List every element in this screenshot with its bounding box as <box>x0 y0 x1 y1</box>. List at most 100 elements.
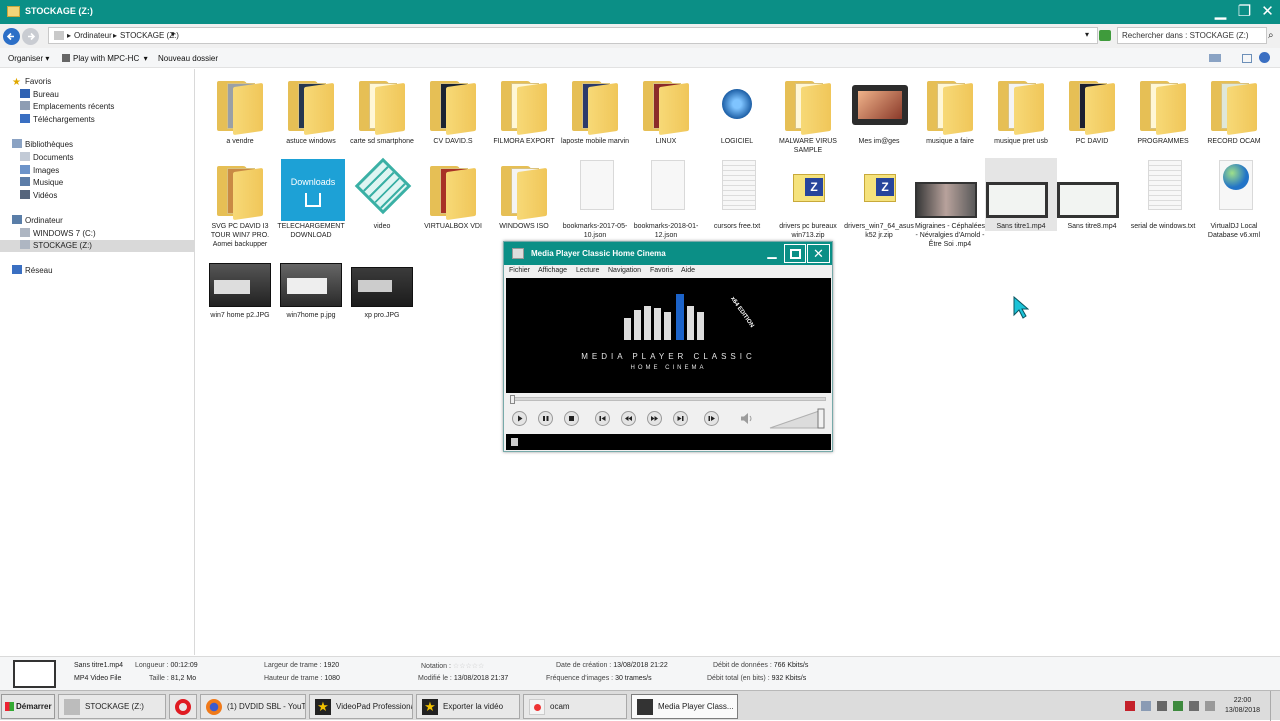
file-item[interactable]: win7home p.jpg <box>275 261 347 320</box>
address-history-dropdown-icon[interactable]: ▾ <box>1085 30 1089 39</box>
mpc-menu-favoris[interactable]: Favoris <box>650 267 673 274</box>
nav-item-music[interactable]: Musique <box>20 177 63 189</box>
new-folder-button[interactable]: Nouveau dossier <box>158 54 218 63</box>
volume-icon[interactable] <box>1189 701 1199 711</box>
tray-app-icon[interactable] <box>1157 701 1167 711</box>
file-item[interactable]: RECORD OCAM <box>1198 73 1270 146</box>
file-item[interactable]: musique a faire <box>914 73 986 146</box>
search-icon[interactable]: ⌕ <box>1268 30 1274 41</box>
mpc-maximize-button[interactable] <box>784 244 806 263</box>
organize-button[interactable]: Organiser ▾ <box>8 54 49 63</box>
file-item[interactable]: LINUX <box>630 73 702 146</box>
nav-item-images[interactable]: Images <box>20 165 59 177</box>
file-item[interactable]: LOGICIEL <box>701 73 773 146</box>
mpc-titlebar[interactable]: Media Player Classic Home Cinema ▁ ✕ <box>504 242 832 265</box>
mpc-menu-navigation[interactable]: Navigation <box>608 267 641 274</box>
mpc-video-area[interactable]: MEDIA PLAYER CLASSIC HOME CINEMA x64 EDI… <box>506 278 831 393</box>
file-item[interactable]: Migraines - Céphalées - Névralgies d'Arn… <box>914 158 986 249</box>
play-with-mpc-button[interactable]: Play with MPC-HC ▾ <box>62 54 148 63</box>
mpc-rewind-button[interactable] <box>621 411 636 426</box>
minimize-button[interactable]: ▁ <box>1210 2 1231 21</box>
nav-item-videos[interactable]: Vidéos <box>20 190 57 202</box>
file-item[interactable]: bookmarks-2017-05-10.json <box>559 158 631 240</box>
file-item[interactable]: CV DAVID.S <box>417 73 489 146</box>
file-item[interactable]: Mes im@ges <box>843 73 915 146</box>
taskbar-item-opera[interactable] <box>169 694 197 719</box>
file-item[interactable]: astuce windows <box>275 73 347 146</box>
nav-network[interactable]: Réseau <box>12 265 53 277</box>
mpc-seek-thumb[interactable] <box>510 395 515 404</box>
file-item[interactable]: Zdrivers_win7_64_asus k52 jr.zip <box>843 158 915 240</box>
mpc-forward-button[interactable] <box>647 411 662 426</box>
help-icon[interactable] <box>1259 52 1270 63</box>
mpc-close-button[interactable]: ✕ <box>807 244 830 263</box>
file-item[interactable]: xp pro.JPG <box>346 261 418 320</box>
nav-item-recent[interactable]: Emplacements récents <box>20 101 114 113</box>
file-item[interactable]: video <box>346 157 418 231</box>
tray-app-icon[interactable] <box>1125 701 1135 711</box>
mpc-previous-button[interactable] <box>595 411 610 426</box>
view-options-icon[interactable] <box>1209 54 1221 62</box>
search-input[interactable]: Rechercher dans : STOCKAGE (Z:) <box>1117 27 1267 44</box>
file-item-selected[interactable]: Sans titre1.mp4 <box>985 158 1057 231</box>
mpc-menu-affichage[interactable]: Affichage <box>538 267 567 274</box>
file-item[interactable]: cursors free.txt <box>701 158 773 231</box>
file-item[interactable]: VirtualDJ Local Database v6.xml <box>1198 158 1270 240</box>
file-item[interactable]: carte sd smartphone <box>346 73 418 146</box>
file-item[interactable]: Downloads TELECHARGEMENT DOWNLOAD <box>275 158 347 240</box>
file-item[interactable]: bookmarks-2018-01-12.json <box>630 158 702 240</box>
refresh-icon[interactable] <box>1099 30 1111 41</box>
start-button[interactable]: Démarrer <box>1 694 55 719</box>
file-item[interactable]: WINDOWS ISO <box>488 158 560 231</box>
mpc-menu-fichier[interactable]: Fichier <box>509 267 530 274</box>
mpc-window[interactable]: Media Player Classic Home Cinema ▁ ✕ Fic… <box>503 241 833 452</box>
taskbar-clock[interactable]: 22:00 13/08/2018 <box>1225 696 1260 716</box>
mpc-menu-aide[interactable]: Aide <box>681 267 695 274</box>
mpc-frame-step-button[interactable] <box>704 411 719 426</box>
close-button[interactable]: ✕ <box>1257 2 1278 21</box>
network-icon[interactable] <box>1173 701 1183 711</box>
preview-pane-icon[interactable] <box>1242 54 1252 63</box>
mpc-minimize-button[interactable]: ▁ <box>762 245 782 262</box>
file-item[interactable]: MALWARE VIRUS SAMPLE <box>772 73 844 155</box>
taskbar-item-explorer[interactable]: STOCKAGE (Z:) <box>58 694 166 719</box>
file-item[interactable]: VIRTUALBOX VDI <box>417 158 489 231</box>
forward-button[interactable] <box>22 28 39 45</box>
back-button[interactable] <box>3 28 20 45</box>
address-bar[interactable]: ▸ Ordinateur ▸ STOCKAGE (Z:) ▾ ▾ <box>48 27 1111 44</box>
mpc-pause-button[interactable] <box>538 411 553 426</box>
mpc-volume-slider[interactable] <box>769 408 827 429</box>
file-item[interactable]: FILMORA EXPORT <box>488 73 560 146</box>
file-item[interactable]: PROGRAMMES <box>1127 73 1199 146</box>
taskbar-item-ocam[interactable]: ocam <box>523 694 627 719</box>
nav-computer[interactable]: Ordinateur <box>12 215 63 227</box>
tray-app-icon[interactable] <box>1141 701 1151 711</box>
mpc-next-button[interactable] <box>673 411 688 426</box>
mpc-play-button[interactable] <box>512 411 527 426</box>
mpc-volume-icon[interactable] <box>740 412 754 425</box>
mpc-menu-lecture[interactable]: Lecture <box>576 267 599 274</box>
taskbar-item-videopad[interactable]: ★ VideoPad Professiona... <box>309 694 413 719</box>
tray-flag-icon[interactable] <box>1205 701 1215 711</box>
file-item[interactable]: serial de windows.txt <box>1127 158 1199 231</box>
nav-item-drive-z[interactable]: STOCKAGE (Z:) <box>0 240 194 252</box>
mpc-stop-button[interactable] <box>564 411 579 426</box>
file-item[interactable]: a vendre <box>204 73 276 146</box>
file-item[interactable]: SVG PC DAVID I3 TOUR WIN7 PRO. Aomei bac… <box>204 158 276 249</box>
taskbar-item-firefox[interactable]: (1) DVDID SBL - YouTu... <box>200 694 306 719</box>
breadcrumb-ordinateur[interactable]: Ordinateur <box>74 31 112 40</box>
file-item[interactable]: laposte mobile marvin <box>559 73 631 146</box>
mpc-seekbar[interactable] <box>510 395 826 404</box>
nav-item-bureau[interactable]: Bureau <box>20 89 59 101</box>
show-desktop-button[interactable] <box>1270 691 1280 721</box>
nav-libraries[interactable]: Bibliothèques <box>12 139 73 151</box>
file-item[interactable]: win7 home p2.JPG <box>204 261 276 320</box>
nav-item-downloads[interactable]: Téléchargements <box>20 114 95 126</box>
maximize-button[interactable]: ❐ <box>1234 2 1255 21</box>
file-item[interactable]: musique pret usb <box>985 73 1057 146</box>
nav-favorites[interactable]: ★ Favoris <box>12 76 51 88</box>
file-item[interactable]: Sans titre8.mp4 <box>1056 158 1128 231</box>
breadcrumb-dropdown-icon[interactable]: ▾ <box>171 30 175 39</box>
taskbar-item-mpc[interactable]: Media Player Class... <box>631 694 738 719</box>
taskbar-item-export[interactable]: ★ Exporter la vidéo <box>416 694 520 719</box>
